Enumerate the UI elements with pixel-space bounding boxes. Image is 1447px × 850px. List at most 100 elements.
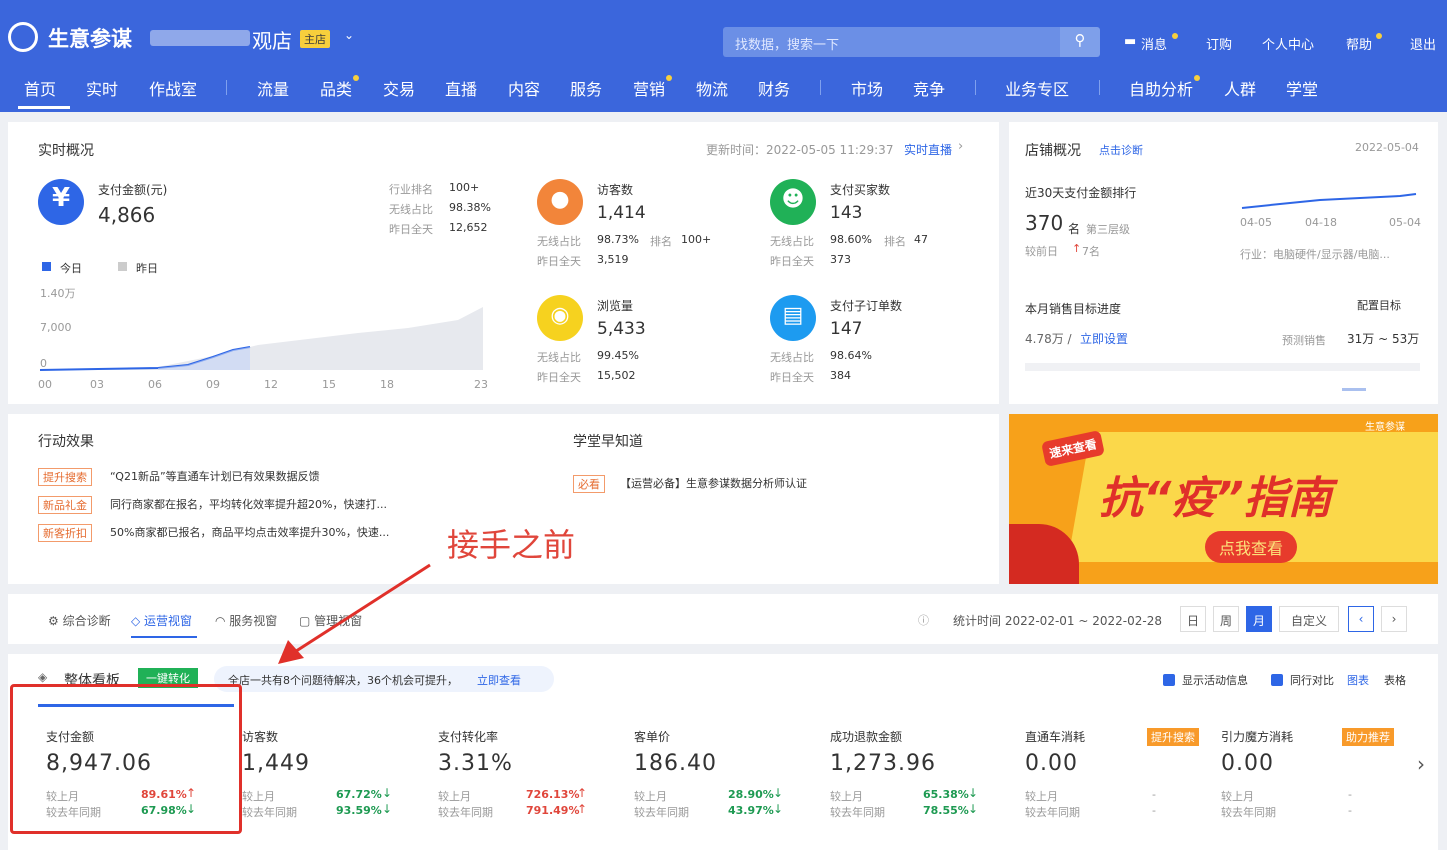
metric-tag[interactable]: 提升搜索 [1147,728,1199,746]
metric-card-ylmf[interactable]: 引力魔方消耗 0.00 [1221,728,1293,776]
annotation-arrow-line [289,563,431,657]
top-link-subscribe[interactable]: 订购 [1206,34,1232,53]
chevron-right-icon[interactable]: › [1417,752,1425,776]
views-value: 5,433 [597,319,646,339]
top-link-logout[interactable]: 退出 [1410,34,1436,53]
search-icon[interactable]: ⚲ [1060,27,1100,57]
metric-tag[interactable]: 助力推荐 [1342,728,1394,746]
nav-active-indicator [18,106,70,109]
nav-service[interactable]: 服务 [570,76,602,100]
brand-title[interactable]: 生意参谋 [48,23,132,53]
promo-banner[interactable]: 速来查看 抗“疫”指南 点我查看 生意参谋 [1009,414,1438,584]
tab-comprehensive[interactable]: ⚙ 综合诊断 [48,612,111,629]
chevron-down-icon[interactable]: ⌄ [344,28,354,42]
search-input[interactable]: 找数据，搜索一下 [723,27,1060,57]
top-link-personal[interactable]: 个人中心 [1262,34,1314,53]
metric-compare-key: 较去年同期 [634,806,689,819]
nav-academy[interactable]: 学堂 [1286,76,1318,100]
carousel-dot-active[interactable] [1342,388,1366,391]
period-custom-button[interactable]: 自定义 [1279,606,1339,632]
academy-title: 学堂早知道 [573,434,643,450]
metric-label: 引力魔方消耗 [1221,730,1294,744]
target-progress-bar [1025,363,1420,371]
arrow-up-icon: ↑ [577,786,588,800]
chevron-left-icon[interactable]: ‹ [1348,606,1374,632]
banner-logo: 生意参谋 [1365,422,1405,433]
academy-item[interactable]: 【运营必备】生意参谋数据分析师认证 [620,475,807,491]
message-icon[interactable]: ▬ [1124,34,1136,49]
info-icon[interactable]: ⓘ [918,612,929,628]
date-tick: 04-05 [1240,216,1272,229]
notification-dot [1376,33,1382,39]
peer-compare-checkbox[interactable] [1271,674,1283,686]
metric-card-visitors[interactable]: 访客数 1,449 [242,728,310,776]
show-activity-checkbox[interactable] [1163,674,1175,686]
legend-today[interactable]: 今日 [60,260,82,276]
metric-value: 0.00 [1221,751,1274,776]
chart-view-link[interactable]: 图表 [1347,672,1369,688]
nav-warroom[interactable]: 作战室 [149,76,197,100]
suborders-label: 支付子订单数 [830,299,903,313]
nav-trade[interactable]: 交易 [383,76,415,100]
nav-market[interactable]: 市场 [851,76,883,100]
tab-service[interactable]: ◠ 服务视窗 [215,612,277,629]
metric-card-aov[interactable]: 客单价 186.40 [634,728,717,776]
metric-card-conversion[interactable]: 支付转化率 3.31% [438,728,513,776]
banner-button[interactable]: 点我查看 [1205,531,1298,563]
nav-logistics[interactable]: 物流 [696,76,728,100]
nav-finance[interactable]: 财务 [758,76,790,100]
nav-self-analysis[interactable]: 自助分析 [1129,76,1193,100]
nav-crowd[interactable]: 人群 [1224,76,1256,100]
nav-business-zone[interactable]: 业务专区 [1005,76,1069,100]
nav-live[interactable]: 直播 [445,76,477,100]
metric-label: 访客数 [242,730,279,744]
action-item[interactable]: “Q21新品”等直通车计划已有效果数据反馈 [110,468,320,484]
buyers-yday-value: 373 [830,253,851,266]
nav-marketing[interactable]: 营销 [633,76,665,100]
nav-category[interactable]: 品类 [320,76,352,100]
logo-icon[interactable] [8,22,38,52]
table-view-link[interactable]: 表格 [1384,672,1406,688]
chevron-right-icon[interactable]: › [1381,606,1407,632]
metric-compare-key: 较去年同期 [1025,806,1080,819]
diagnose-link[interactable]: 点击诊断 [1099,142,1143,158]
shop-name[interactable]: 观店 [252,25,292,54]
x-tick: 12 [264,378,278,391]
metric-compare-key: 较去年同期 [1221,806,1276,819]
config-target-link[interactable]: 配置目标 [1357,297,1401,313]
nav-content[interactable]: 内容 [508,76,540,100]
tab-operations[interactable]: ◇ 运营视窗 [131,612,192,629]
metric-compare-value: 65.38% [923,788,969,801]
nav-realtime[interactable]: 实时 [86,76,118,100]
action-item[interactable]: 同行商家都在报名，平均转化效率提升超20%，快速打... [110,496,387,512]
top-link-help[interactable]: 帮助 [1346,34,1372,53]
chevron-right-icon[interactable]: › [958,139,963,154]
set-target-link[interactable]: 立即设置 [1080,330,1128,347]
notice-text: 全店一共有8个问题待解决，36个机会可提升， [228,674,458,687]
top-link-messages[interactable]: 消息 [1141,34,1167,53]
metric-card-refund[interactable]: 成功退款金额 1,273.96 [830,728,936,776]
nav-home[interactable]: 首页 [24,76,56,100]
metric-card-ztc[interactable]: 直通车消耗 0.00 [1025,728,1085,776]
nav-divider [226,80,227,95]
buyers-label: 支付买家数 [830,183,891,197]
metric-compare-value: - [1152,804,1156,817]
period-month-button[interactable]: 月 [1246,606,1272,632]
date-tick: 05-04 [1389,216,1421,229]
legend-yesterday[interactable]: 昨日 [136,260,158,276]
stat-time: 统计时间 2022-02-01 ~ 2022-02-28 [953,614,1162,628]
settings-icon: ⚙ [48,614,63,628]
action-item[interactable]: 50%商家都已报名，商品平均点击效率提升30%，快速... [110,524,389,540]
live-link[interactable]: 实时直播 [904,141,952,158]
nav-traffic[interactable]: 流量 [257,76,289,100]
period-day-button[interactable]: 日 [1180,606,1206,632]
period-week-button[interactable]: 周 [1213,606,1239,632]
realtime-title: 实时概况 [38,143,94,159]
nav-competition[interactable]: 竞争 [913,76,945,100]
notice-link[interactable]: 立即查看 [477,672,521,688]
metric-compare-value: 791.49% [526,804,580,817]
banner-title: 抗“疫”指南 [1099,473,1332,524]
action-tag: 提升搜索 [38,468,92,486]
arrow-up-icon: ↑ [1072,242,1082,255]
footprint-icon: ● [537,179,583,225]
